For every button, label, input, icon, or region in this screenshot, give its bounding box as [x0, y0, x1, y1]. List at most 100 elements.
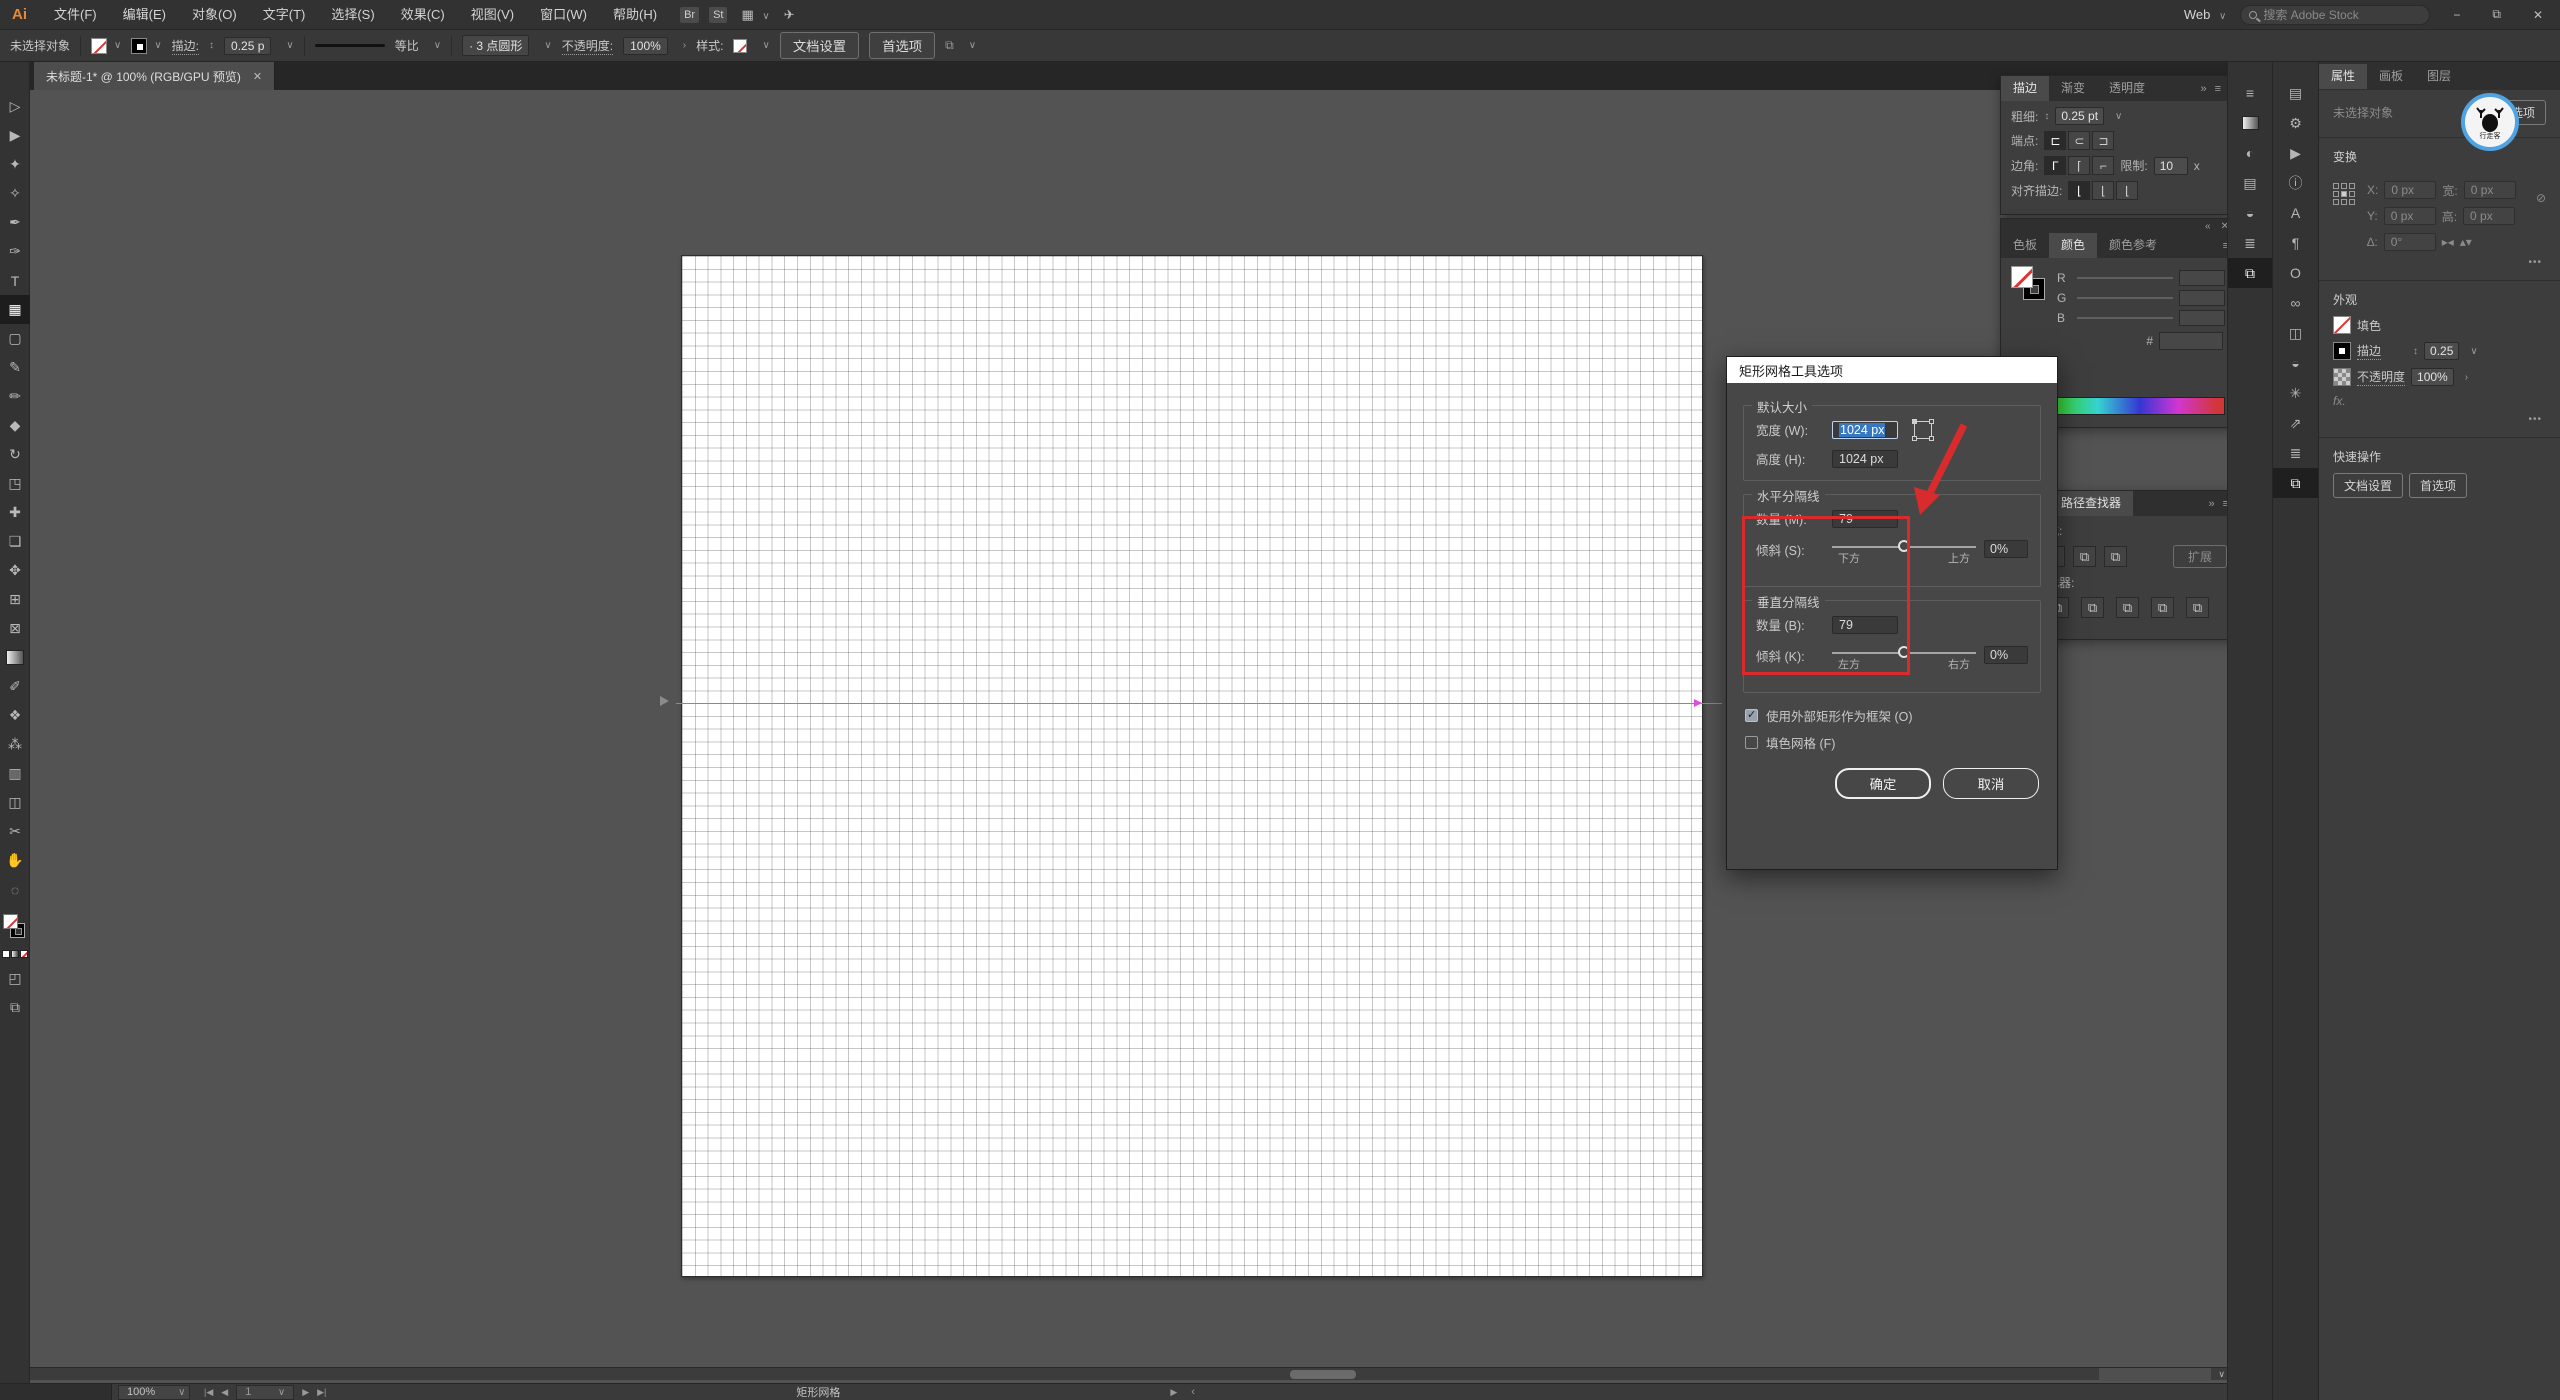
stroke-stepper-icon[interactable]: ↕	[209, 40, 214, 51]
channel-slider[interactable]	[2077, 297, 2173, 299]
fill-none-swatch[interactable]	[2011, 266, 2033, 288]
close-button[interactable]: ✕	[2524, 8, 2552, 22]
opacity-field[interactable]: 100%	[2411, 368, 2454, 386]
chevron-down-icon[interactable]: ∨	[2115, 111, 2122, 122]
fill-none-swatch[interactable]	[3, 914, 18, 929]
paragraph-panel-icon[interactable]: ¶	[2273, 228, 2318, 258]
play-icon[interactable]: ▶	[1170, 1387, 1177, 1398]
document-setup-button[interactable]: 文档设置	[2333, 473, 2403, 498]
pathfinder-panel-icon[interactable]: ⧉	[2228, 258, 2272, 288]
next-artboard-icon[interactable]: ▶	[302, 1387, 309, 1398]
puppet-warp-tool[interactable]: ✚	[0, 498, 30, 527]
gradient-button[interactable]	[11, 950, 19, 958]
minimize-button[interactable]: −	[2444, 8, 2469, 22]
blend-tool[interactable]: ❖	[0, 701, 30, 730]
chevron-right-icon[interactable]: ›	[683, 40, 686, 51]
fill-swatch-button[interactable]: ∨	[91, 38, 121, 54]
zoom-tool[interactable]: ◌	[0, 875, 30, 904]
links-panel-icon[interactable]: ∞	[2273, 288, 2318, 318]
symbols-panel-icon[interactable]: ◒	[2273, 348, 2318, 378]
outline-button[interactable]: ⧉	[2151, 597, 2174, 618]
more-options-icon[interactable]: •••	[2333, 408, 2546, 425]
play-actions-icon[interactable]: ▶	[2273, 138, 2318, 168]
use-outside-rect-checkbox[interactable]	[1745, 709, 1758, 722]
rotate-tool[interactable]: ↻	[0, 440, 30, 469]
x-field[interactable]: 0 px	[2384, 181, 2436, 199]
direct-selection-tool[interactable]: ▶	[0, 121, 30, 150]
shaper-tool[interactable]: ✏	[0, 382, 30, 411]
slice-tool[interactable]: ✂	[0, 817, 30, 846]
miter-limit-field[interactable]: 10	[2154, 157, 2188, 175]
align-outside-button[interactable]: ⌊	[2116, 181, 2138, 200]
tab-color[interactable]: 颜色	[2049, 233, 2097, 258]
scale-tool[interactable]: ◳	[0, 469, 30, 498]
merge-button[interactable]: ⧉	[2081, 597, 2104, 618]
dialog-title-bar[interactable]: 矩形网格工具选项	[1727, 357, 2057, 383]
menu-item[interactable]: 文字(T)	[250, 0, 319, 30]
hex-field[interactable]	[2159, 332, 2223, 350]
fx-button[interactable]: fx.	[2333, 394, 2346, 408]
screen-mode-button[interactable]: ⧉	[0, 993, 30, 1022]
expand-button[interactable]: 扩展	[2173, 545, 2227, 568]
perspective-grid-tool[interactable]: ⊞	[0, 585, 30, 614]
align-center-button[interactable]: ⌊	[2068, 181, 2090, 200]
lasso-tool[interactable]: ✧	[0, 179, 30, 208]
document-tab[interactable]: 未标题-1* @ 100% (RGB/GPU 预览) ✕	[34, 62, 275, 90]
restore-button[interactable]: ⧉	[2483, 7, 2510, 22]
opacity-swatch[interactable]	[2333, 368, 2351, 386]
gradient-tool[interactable]	[0, 643, 30, 672]
opentype-panel-icon[interactable]: O	[2273, 258, 2318, 288]
channel-slider[interactable]	[2077, 277, 2173, 279]
stroke-panel-icon[interactable]: ≡	[2228, 78, 2272, 108]
libraries-panel-icon[interactable]: ◫	[2273, 318, 2318, 348]
tab-swatches[interactable]: 色板	[2001, 233, 2049, 258]
pathfinder-panel-icon-2[interactable]: ⧉	[2273, 468, 2318, 498]
selection-tool[interactable]: ▷	[0, 92, 30, 121]
chevron-down-icon[interactable]: ∨	[2470, 346, 2477, 357]
fill-stroke-proxy[interactable]	[0, 912, 30, 946]
bridge-badge[interactable]: Br	[680, 7, 699, 23]
stroke-stepper-icon[interactable]: ↕	[2413, 346, 2418, 357]
stroke-link-label[interactable]: 描边:	[172, 37, 199, 55]
first-artboard-icon[interactable]: |◀	[204, 1387, 213, 1398]
channel-value-field[interactable]	[2179, 310, 2225, 326]
minus-back-button[interactable]: ⧉	[2186, 597, 2209, 618]
document-setup-button[interactable]: 文档设置	[780, 32, 859, 59]
draw-mode-button[interactable]: ◰	[0, 964, 30, 993]
crop-button[interactable]: ⧉	[2116, 597, 2139, 618]
tab-artboards[interactable]: 画板	[2367, 64, 2415, 89]
paintbrush-tool[interactable]: ✎	[0, 353, 30, 382]
curvature-tool[interactable]: ✑	[0, 237, 30, 266]
ok-button[interactable]: 确定	[1835, 768, 1931, 799]
tab-layers[interactable]: 图层	[2415, 64, 2463, 89]
style-swatch[interactable]	[733, 39, 747, 53]
tab-gradient[interactable]: 渐变	[2049, 76, 2097, 101]
arrange-icon[interactable]: ⧉	[945, 38, 954, 53]
stroke-swatch[interactable]	[2333, 342, 2351, 360]
height-field[interactable]: 1024 px	[1832, 450, 1898, 468]
chevron-down-icon[interactable]: ∨	[762, 40, 769, 51]
opacity-field[interactable]: 100%	[623, 37, 668, 55]
hand-tool[interactable]: ✋	[0, 846, 30, 875]
panel-collapse-icon[interactable]: »	[2208, 498, 2214, 510]
v-skew-field[interactable]: 0%	[1984, 646, 2028, 664]
scrollbar-thumb[interactable]	[1290, 1370, 1356, 1379]
stroke-weight-field[interactable]: 0.25 p	[224, 37, 271, 55]
workspace-switcher[interactable]: Web ∨	[2184, 7, 2226, 22]
artboards-panel-icon[interactable]: ▤	[2273, 78, 2318, 108]
align-panel-icon[interactable]: ≣	[2228, 228, 2272, 258]
stroke-weight-field[interactable]: 0.25	[2424, 342, 2459, 360]
chevron-down-icon[interactable]: ∨	[969, 40, 976, 51]
opacity-link-label[interactable]: 不透明度:	[562, 37, 613, 55]
chevron-down-icon[interactable]: ∨	[434, 40, 441, 51]
width-field[interactable]: 0 px	[2464, 181, 2516, 199]
tab-transparency[interactable]: 透明度	[2097, 76, 2157, 101]
flip-vertical-icon[interactable]: ▴▾	[2460, 235, 2472, 249]
rectangular-grid-tool[interactable]: ▦	[0, 295, 30, 324]
chevron-down-icon[interactable]: ∨	[544, 40, 551, 51]
opacity-label[interactable]: 不透明度	[2357, 368, 2405, 386]
column-graph-tool[interactable]: ▥	[0, 759, 30, 788]
y-field[interactable]: 0 px	[2384, 207, 2436, 225]
rectangle-tool[interactable]: ▢	[0, 324, 30, 353]
menu-item[interactable]: 编辑(E)	[110, 0, 179, 30]
